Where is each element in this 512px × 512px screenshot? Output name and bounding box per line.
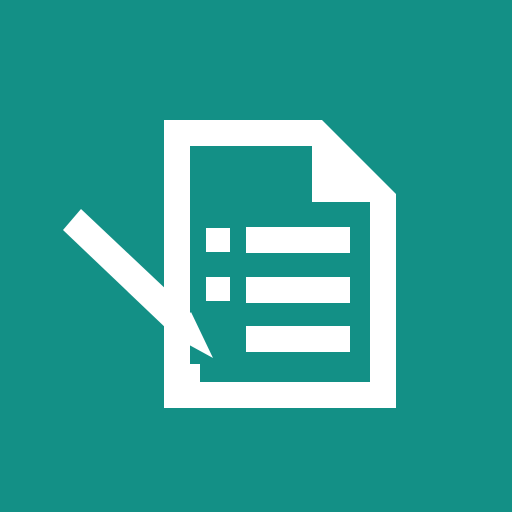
checklist-bullet-2 <box>206 277 230 301</box>
checklist-bullet-1 <box>206 228 230 252</box>
checklist-line-3 <box>246 326 350 352</box>
icon-background <box>0 0 512 512</box>
checklist-line-1 <box>246 227 350 253</box>
document-checklist-edit-icon <box>0 0 512 512</box>
checklist-line-2 <box>246 277 350 303</box>
app-icon-tile <box>0 0 512 512</box>
